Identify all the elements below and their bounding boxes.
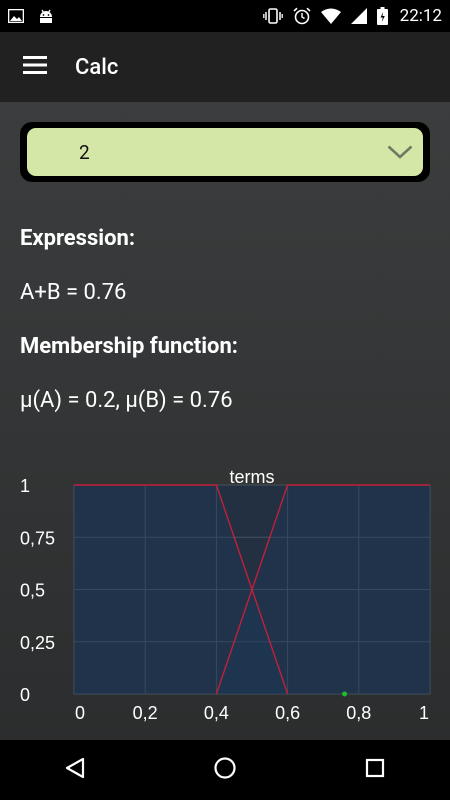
x-tick-label: 0,8 bbox=[346, 703, 371, 723]
back-button[interactable] bbox=[64, 757, 86, 783]
menu-button[interactable] bbox=[0, 32, 70, 102]
wifi-icon bbox=[320, 8, 341, 24]
y-tick-label: 0,5 bbox=[20, 581, 45, 601]
expression-value: A+B = 0.76 bbox=[20, 280, 127, 305]
signal-icon bbox=[350, 8, 367, 24]
membership-chart: 0 0,2 0,4 0,6 0,8 1 0 0,25 0,5 0,75 1 terms bbox=[20, 467, 431, 723]
status-bar: 22:12 bbox=[0, 0, 450, 32]
term-count-spinner-frame: 2 bbox=[20, 122, 430, 182]
app-bar: Calc bbox=[0, 32, 450, 102]
x-tick-label: 0,4 bbox=[204, 703, 229, 723]
value-point bbox=[342, 691, 348, 697]
image-icon bbox=[8, 9, 24, 23]
home-icon bbox=[214, 757, 236, 779]
app-title: Calc bbox=[75, 54, 119, 80]
recents-button[interactable] bbox=[364, 757, 386, 783]
y-tick-label: 1 bbox=[20, 476, 30, 496]
term-count-spinner[interactable]: 2 bbox=[27, 128, 423, 176]
x-tick-label: 0,6 bbox=[275, 703, 300, 723]
recents-icon bbox=[366, 758, 385, 778]
back-icon bbox=[65, 757, 84, 779]
alarm-icon bbox=[293, 7, 311, 25]
y-tick-label: 0,25 bbox=[20, 633, 55, 653]
home-button[interactable] bbox=[213, 756, 237, 784]
status-time: 22:12 bbox=[399, 6, 442, 26]
expression-heading: Expression: bbox=[20, 226, 136, 251]
membership-heading: Membership function: bbox=[20, 334, 239, 359]
membership-value: μ(A) = 0.2, μ(B) = 0.76 bbox=[20, 388, 233, 413]
spinner-value: 2 bbox=[79, 140, 90, 164]
vibrate-icon bbox=[262, 8, 283, 24]
android-icon bbox=[38, 8, 54, 24]
chart-title: terms bbox=[230, 467, 275, 487]
navigation-bar bbox=[0, 740, 450, 800]
menu-icon bbox=[23, 56, 47, 78]
x-tick-label: 1 bbox=[419, 703, 429, 723]
x-tick-label: 0 bbox=[75, 703, 85, 723]
y-tick-label: 0,75 bbox=[20, 528, 55, 548]
chevron-down-icon bbox=[387, 141, 413, 164]
battery-icon bbox=[376, 7, 388, 25]
y-tick-label: 0 bbox=[20, 685, 30, 705]
x-tick-label: 0,2 bbox=[133, 703, 158, 723]
